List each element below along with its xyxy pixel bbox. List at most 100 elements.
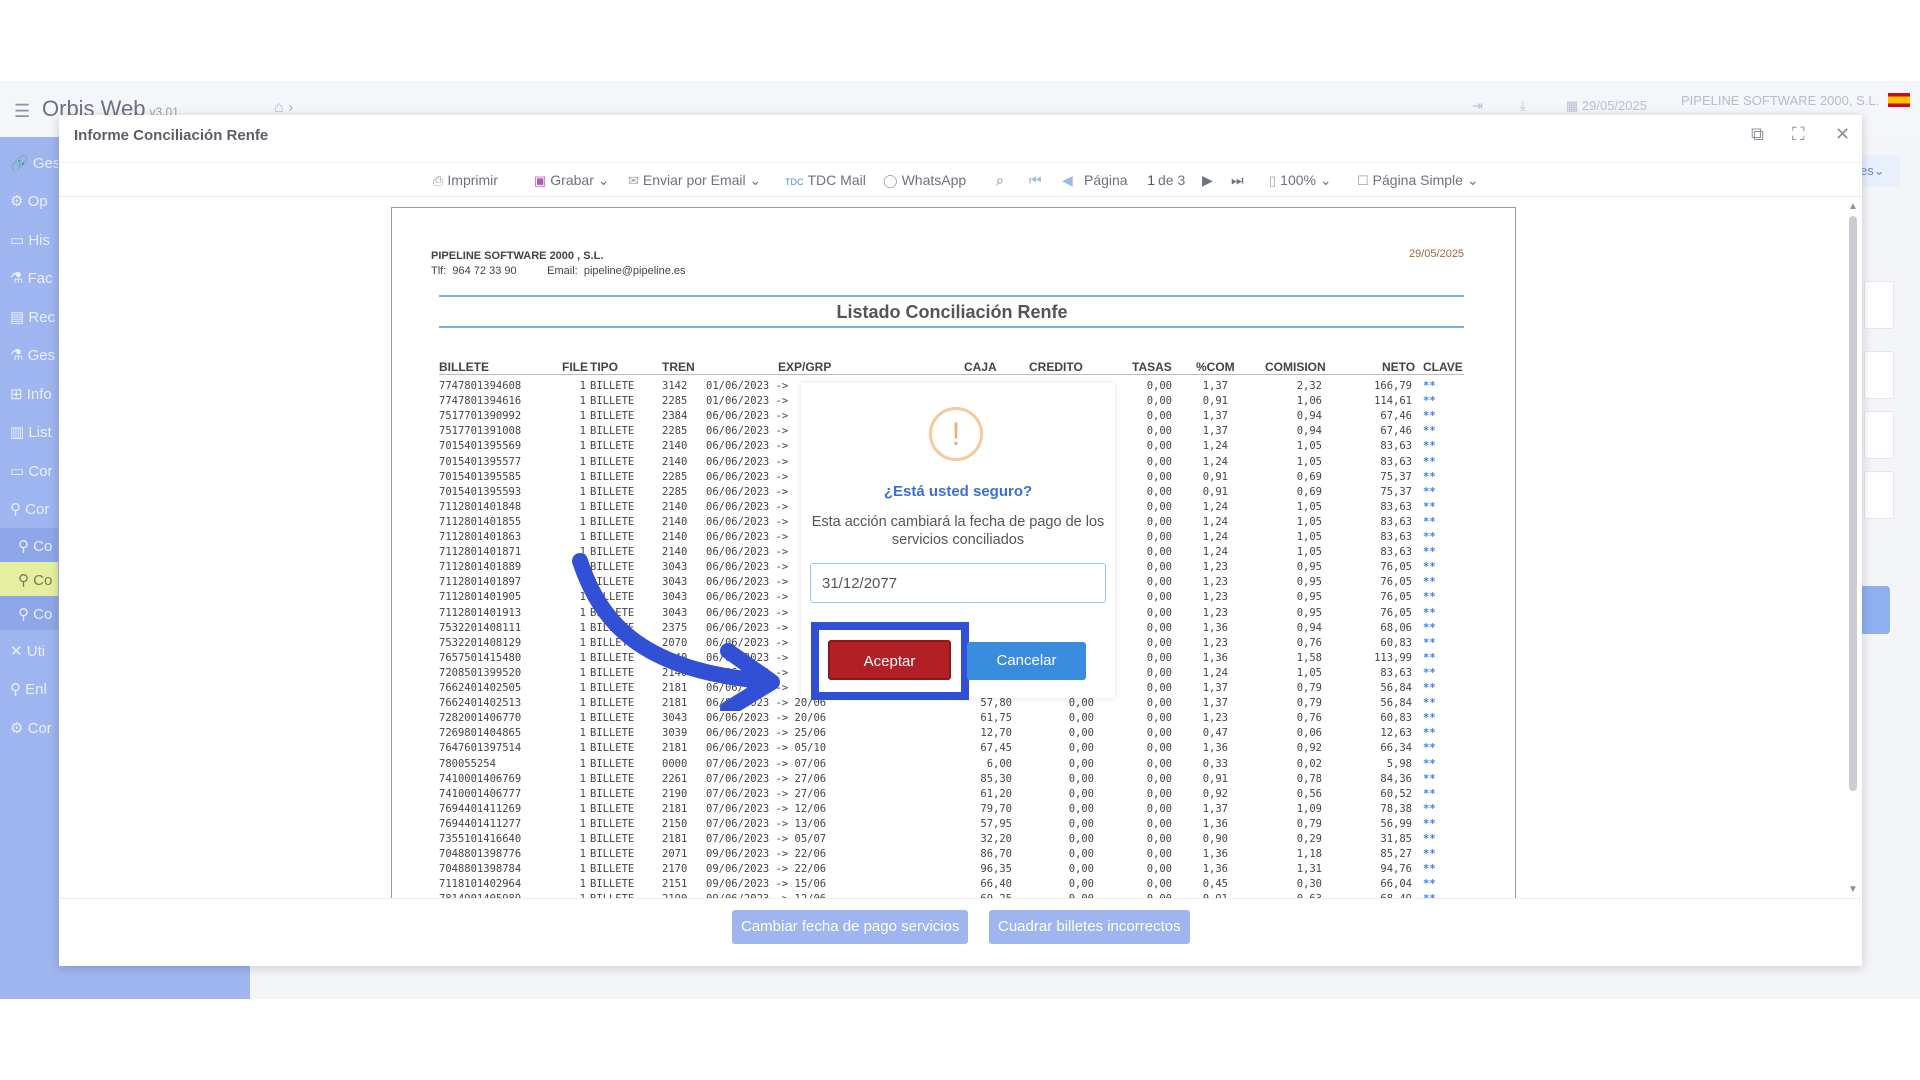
table-cell: 1: [579, 863, 586, 876]
table-cell: 2181: [662, 742, 688, 755]
save-dropdown[interactable]: ▣ Grabar ⌄: [534, 172, 610, 189]
fix-tickets-button[interactable]: Cuadrar billetes incorrectos: [989, 910, 1190, 944]
cancel-button[interactable]: Cancelar: [967, 642, 1086, 680]
background-field[interactable]: [1864, 471, 1894, 519]
sidebar-item-12[interactable]: ⚲ Enl: [0, 671, 58, 705]
search-icon[interactable]: ⌕: [996, 172, 1004, 189]
table-cell: 0,00: [1146, 576, 1172, 589]
whatsapp-button[interactable]: ◯ WhatsApp: [883, 172, 966, 189]
table-cell: 0,00: [1146, 817, 1172, 830]
table-cell: 12,63: [1380, 727, 1412, 740]
table-cell: 07/06/2023 -> 12/06: [706, 802, 827, 815]
accept-button[interactable]: Aceptar: [828, 640, 951, 680]
prev-page-icon[interactable]: ◀: [1062, 172, 1073, 189]
table-cell: 2150: [662, 817, 688, 830]
col-header-expgrp: EXP/GRP: [778, 360, 832, 374]
table-cell: 76,05: [1380, 606, 1412, 619]
print-button[interactable]: ⎙ Imprimir: [433, 172, 498, 189]
table-cell: BILLETE: [590, 500, 635, 513]
background-field[interactable]: [1864, 351, 1894, 399]
table-cell: 0,00: [1068, 742, 1094, 755]
view-mode-dropdown[interactable]: ☐ Página Simple ⌄: [1357, 172, 1479, 189]
table-cell: 7048801398784: [439, 863, 522, 876]
table-cell: **: [1423, 395, 1436, 408]
scroll-down-icon[interactable]: ▼: [1848, 884, 1858, 895]
payment-date-input[interactable]: [810, 563, 1106, 603]
login-icon[interactable]: ⇥: [1472, 98, 1483, 114]
fullscreen-icon[interactable]: ⛶: [1792, 124, 1805, 145]
sidebar-item-6[interactable]: ⚗ Ges: [0, 337, 58, 371]
table-cell: 1: [579, 425, 586, 438]
table-cell: 7015401395569: [439, 440, 522, 453]
background-tab[interactable]: es⌄: [1860, 155, 1900, 187]
table-cell: BILLETE: [590, 833, 635, 845]
table-cell: 06/06/2023 ->: [706, 470, 789, 483]
sidebar-item-13[interactable]: ⚙ Cor: [0, 710, 58, 744]
sidebar-item-10[interactable]: ⚲ Cor: [0, 491, 58, 525]
table-cell: 1: [579, 742, 586, 755]
sidebar-subitem-3[interactable]: ⚲ Co: [0, 596, 58, 630]
tdc-mail-button[interactable]: TDC TDC Mail: [785, 172, 866, 188]
table-cell: 0,91: [1202, 470, 1228, 483]
sidebar-item-11[interactable]: ✕ Uti: [0, 633, 58, 667]
sidebar-item-5[interactable]: ▤ Rec: [0, 299, 58, 333]
table-cell: 0,00: [1068, 697, 1094, 710]
sidebar-subitem-1[interactable]: ⚲ Co: [0, 528, 58, 562]
download-icon[interactable]: ⤓: [1520, 98, 1526, 114]
change-payment-date-button[interactable]: Cambiar fecha de pago servicios: [732, 910, 969, 944]
scroll-up-icon[interactable]: ▲: [1848, 201, 1858, 212]
table-cell: BILLETE: [590, 395, 635, 408]
sidebar-item-4[interactable]: ⚗ Fac: [0, 260, 58, 294]
table-cell: 7015401395593: [439, 485, 522, 498]
table-cell: 1,06: [1296, 395, 1322, 408]
first-page-icon[interactable]: ⏮: [1029, 172, 1042, 189]
popout-icon[interactable]: ⧉: [1751, 124, 1764, 145]
sidebar-item-9[interactable]: ▭ Cor: [0, 453, 58, 487]
table-cell: 0,91: [1202, 485, 1228, 498]
scrollbar[interactable]: [1849, 216, 1857, 791]
table-cell: 32,20: [980, 833, 1012, 845]
background-field[interactable]: [1864, 411, 1894, 459]
background-select[interactable]: [1864, 281, 1894, 329]
table-cell: 07/06/2023 -> 27/06: [706, 772, 827, 785]
table-cell: 67,46: [1380, 425, 1412, 438]
table-cell: BILLETE: [590, 727, 635, 740]
table-cell: 0,79: [1296, 697, 1322, 710]
table-cell: 0,95: [1296, 591, 1322, 604]
zoom-dropdown[interactable]: ▯ 100% ⌄: [1269, 172, 1332, 189]
table-cell: 83,63: [1380, 546, 1412, 559]
table-cell: 7015401395585: [439, 470, 522, 483]
tdc-icon: TDC: [785, 177, 804, 187]
report-company: PIPELINE SOFTWARE 2000 , S.L.: [431, 250, 604, 262]
table-cell: 1: [579, 395, 586, 408]
table-cell: BILLETE: [590, 878, 635, 891]
email-dropdown[interactable]: ✉ Enviar por Email ⌄: [628, 172, 761, 189]
col-header-credito: CREDITO: [1029, 360, 1083, 374]
table-cell: 2,32: [1296, 380, 1322, 392]
sidebar-subitem-active[interactable]: ⚲ Co: [0, 562, 58, 596]
next-page-icon[interactable]: ▶: [1202, 172, 1213, 189]
zoom-page-icon: ▯: [1269, 173, 1277, 188]
table-cell: 2384: [662, 410, 688, 423]
table-cell: 0,00: [1068, 878, 1094, 891]
table-cell: 0,00: [1068, 712, 1094, 725]
divider: [59, 898, 1862, 899]
spain-flag-icon[interactable]: [1888, 93, 1910, 107]
sidebar-item-7[interactable]: ⊞ Info: [0, 376, 58, 410]
sidebar-item-8[interactable]: ▥ List: [0, 414, 58, 448]
last-page-icon[interactable]: ⏭: [1231, 172, 1244, 189]
table-cell: 1,24: [1202, 500, 1228, 513]
sidebar-item-2[interactable]: ⚙ Op: [0, 183, 58, 217]
divider: [439, 374, 1464, 375]
sidebar-item-3[interactable]: ▭ His: [0, 222, 58, 256]
col-header-caja: CAJA: [964, 360, 997, 374]
table-cell: 1,24: [1202, 515, 1228, 528]
table-cell: 0,00: [1146, 485, 1172, 498]
sidebar-item-1[interactable]: 🔗 Ges: [0, 145, 58, 179]
menu-icon[interactable]: ☰: [14, 101, 30, 122]
table-cell: 06/06/2023 ->: [706, 500, 789, 513]
page-number-input[interactable]: 1: [1133, 172, 1155, 188]
background-button[interactable]: [1860, 586, 1890, 634]
table-cell: BILLETE: [590, 787, 635, 800]
close-icon[interactable]: ✕: [1835, 124, 1850, 145]
